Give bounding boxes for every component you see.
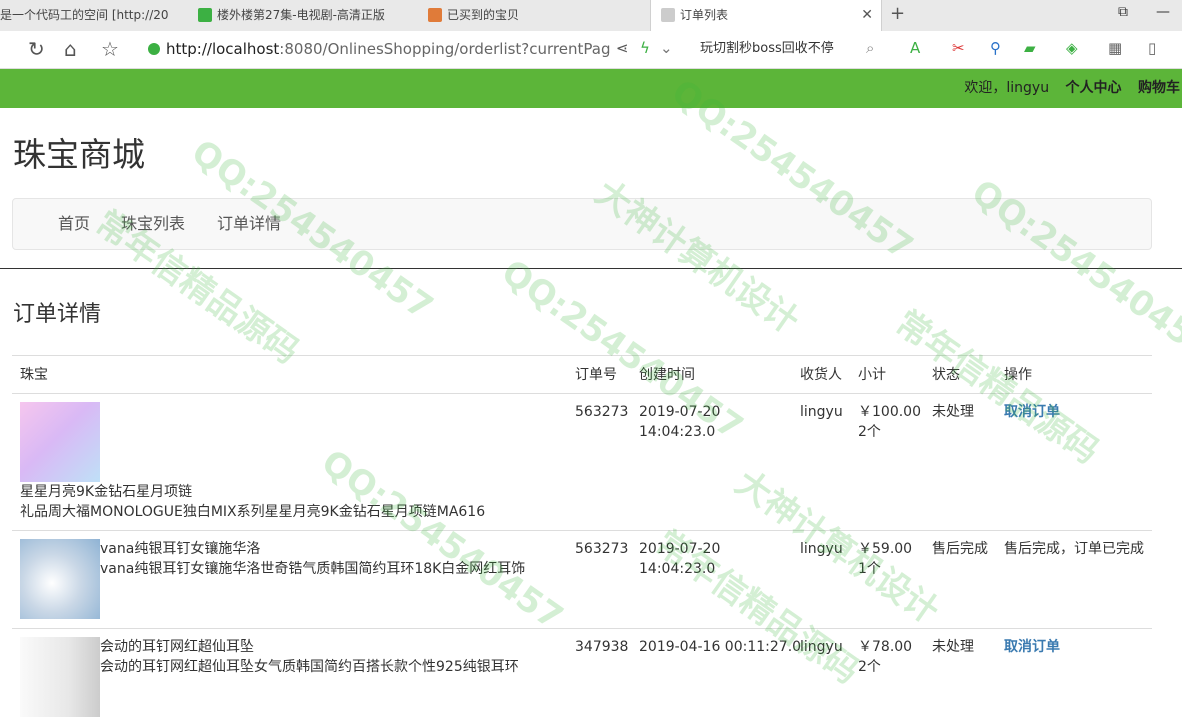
nav-home[interactable]: 首页 [58,199,90,249]
orders-table: 珠宝 订单号 创建时间 收货人 小计 状态 操作 星星月亮9K金钻石星月项链 礼… [12,355,1152,719]
receiver: lingyu [800,541,843,557]
product-name: vana纯银耳钉女镶施华洛 [100,541,261,557]
grid-icon[interactable]: ▦ [1108,39,1122,57]
site-logo[interactable]: 珠宝商城 [13,128,145,176]
page-icon [661,8,675,22]
subtotal-price: ￥59.00 [858,541,913,557]
cancel-order-button[interactable]: 取消订单 [1004,402,1060,422]
order-datetime: 2019-04-16 00:11:27.0 [639,639,802,655]
col-header-subtotal: 小计 [858,367,886,383]
browser-tab[interactable]: 楼外楼第27集-电视剧-高清正版 [198,0,420,31]
phone-icon[interactable]: ▯ [1148,39,1156,57]
order-number: 563273 [575,541,629,557]
scissors-icon[interactable]: ✂ [952,39,965,57]
quantity: 1个 [858,561,881,577]
table-row: 会动的耳钉网红超仙耳坠 会动的耳钉网红超仙耳坠女气质韩国简约百搭长款个性925纯… [12,628,1152,719]
table-row: 星星月亮9K金钻石星月项链 礼品周大福MONOLOGUE独白MIX系列星星月亮9… [12,393,1152,530]
subtotal-price: ￥100.00 [858,404,921,420]
order-action-text: 售后完成，订单已完成 [1004,541,1144,557]
order-number: 347938 [575,639,629,655]
shield-icon [148,43,160,55]
col-header-receiver: 收货人 [800,367,842,383]
cancel-order-button[interactable]: 取消订单 [1004,637,1060,657]
product-image[interactable] [20,637,100,717]
page-title: 订单详情 [13,302,102,327]
minimize-icon[interactable]: — [1156,4,1170,20]
product-name: 星星月亮9K金钻石星月项链 [20,484,193,500]
new-tab-icon[interactable]: + [890,3,905,24]
site-top-bar: 欢迎，lingyu 个人中心 购物车 [0,69,1182,108]
share-icon[interactable]: ⋖ [616,39,629,57]
chevron-down-icon[interactable]: ⌄ [660,39,673,57]
order-status: 售后完成 [932,541,988,557]
col-header-action: 操作 [1004,367,1032,383]
receiver: lingyu [800,639,843,655]
col-header-created: 创建时间 [639,367,695,383]
browser-address-bar: ↻ ⌂ ☆ http://localhost:8080/OnlinesShopp… [0,31,1182,69]
magnifier-icon[interactable]: ⚲ [990,39,1001,57]
home-icon[interactable]: ⌂ [64,37,77,61]
order-date: 2019-07-20 [639,404,721,420]
nav-jewelry-list[interactable]: 珠宝列表 [121,199,185,249]
profile-link[interactable]: 个人中心 [1066,80,1122,96]
translate-icon[interactable]: A [910,39,920,57]
product-desc: vana纯银耳钉女镶施华洛世奇锆气质韩国简约耳环18K白金网红耳饰 [100,561,526,577]
tv-icon [198,8,212,22]
quantity: 2个 [858,424,881,440]
star-icon[interactable]: ☆ [101,37,119,61]
divider [0,268,1182,269]
search-input[interactable]: 玩切割秒boss回收不停 [700,37,885,61]
taobao-icon [428,8,442,22]
gamepad-icon[interactable]: ▰ [1024,39,1036,57]
restore-icon[interactable]: ⧉ [1118,4,1128,20]
product-image[interactable] [20,539,100,619]
col-header-status: 状态 [932,367,960,383]
order-date: 2019-07-20 [639,541,721,557]
shield-check-icon[interactable]: ◈ [1066,39,1078,57]
reload-icon[interactable]: ↻ [28,37,45,61]
order-status: 未处理 [932,404,974,420]
browser-tab[interactable]: 已买到的宝贝 [428,0,638,31]
col-header-order-no: 订单号 [575,367,617,383]
welcome-text: 欢迎，lingyu [964,80,1050,96]
order-time: 14:04:23.0 [639,561,716,577]
product-name: 会动的耳钉网红超仙耳坠 [100,639,254,655]
table-header: 珠宝 订单号 创建时间 收货人 小计 状态 操作 [12,355,1152,393]
product-desc: 礼品周大福MONOLOGUE独白MIX系列星星月亮9K金钻石星月项链MA616 [20,504,486,520]
order-status: 未处理 [932,639,974,655]
cart-link[interactable]: 购物车 [1138,80,1180,96]
main-nav: 首页 珠宝列表 订单详情 [12,198,1152,250]
receiver: lingyu [800,404,843,420]
browser-tab-active[interactable]: 订单列表 ✕ [650,0,882,32]
watermark-text: 大神计算机设计 [588,172,806,343]
search-icon[interactable]: ⌕ [866,39,874,57]
product-image[interactable] [20,402,100,482]
lightning-icon[interactable]: ϟ [640,39,650,57]
product-desc: 会动的耳钉网红超仙耳坠女气质韩国简约百搭长款个性925纯银耳环 [100,659,519,675]
url-field[interactable]: http://localhost:8080/OnlinesShopping/or… [148,37,688,61]
browser-tab-bar: 是一个代码工的空间 [http://20 楼外楼第27集-电视剧-高清正版 已买… [0,0,1182,32]
close-icon[interactable]: ✕ [861,0,873,30]
nav-order-details[interactable]: 订单详情 [217,199,281,249]
order-number: 563273 [575,404,629,420]
browser-tab[interactable]: 是一个代码工的空间 [http://20 [0,0,188,31]
order-time: 14:04:23.0 [639,424,716,440]
col-header-jewelry: 珠宝 [20,367,48,383]
user-links: 欢迎，lingyu 个人中心 购物车 [964,69,1180,108]
subtotal-price: ￥78.00 [858,639,913,655]
quantity: 2个 [858,659,881,675]
table-row: vana纯银耳钉女镶施华洛 vana纯银耳钉女镶施华洛世奇锆气质韩国简约耳环18… [12,530,1152,628]
